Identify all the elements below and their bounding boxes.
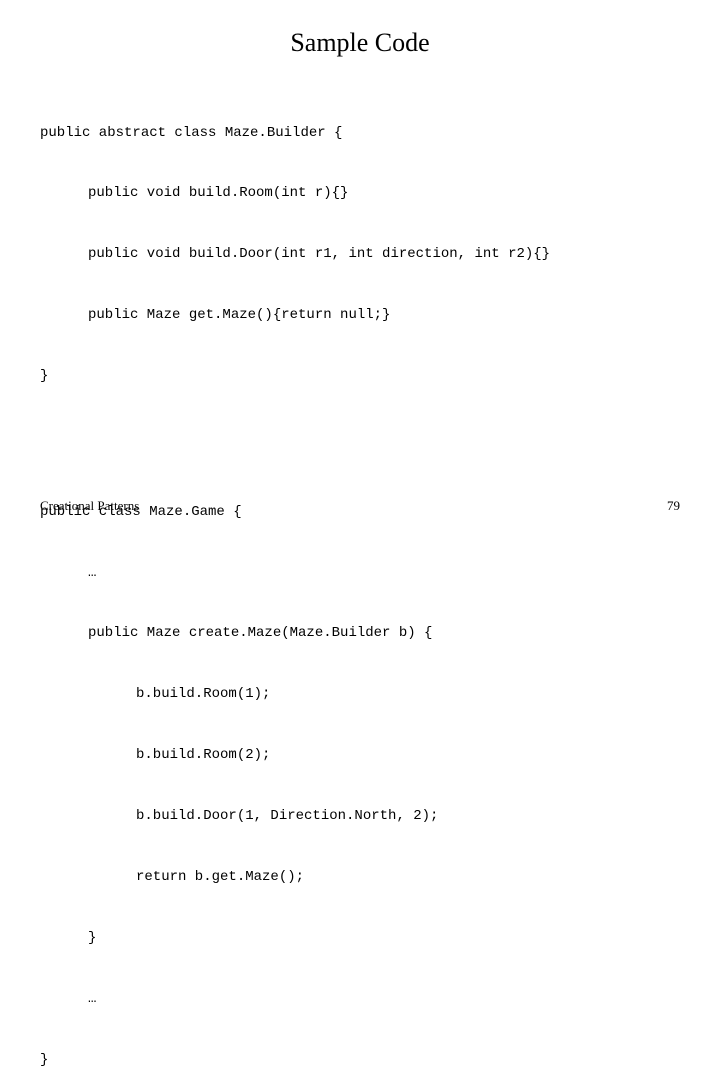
page-title: Sample Code <box>40 28 680 58</box>
code-line: } <box>40 928 680 948</box>
slide: Sample Code public abstract class Maze.B… <box>0 0 720 540</box>
code-line: … <box>40 563 680 583</box>
spacer <box>40 427 680 461</box>
code-line: b.build.Room(1); <box>40 684 680 704</box>
code-line: return b.get.Maze(); <box>40 867 680 887</box>
code-line: public void build.Room(int r){} <box>40 183 680 203</box>
code-line: } <box>40 1050 680 1070</box>
code-line: b.build.Door(1, Direction.North, 2); <box>40 806 680 826</box>
code-line: public Maze create.Maze(Maze.Builder b) … <box>40 623 680 643</box>
code-block-2: public class Maze.Game { … public Maze c… <box>40 461 680 1080</box>
code-line: } <box>40 366 680 386</box>
footer-left: Creational Patterns <box>40 498 139 514</box>
code-line: … <box>40 989 680 1009</box>
footer: Creational Patterns 79 <box>40 498 680 514</box>
code-line: public Maze get.Maze(){return null;} <box>40 305 680 325</box>
code-line: b.build.Room(2); <box>40 745 680 765</box>
code-line: public abstract class Maze.Builder { <box>40 123 680 143</box>
page-number: 79 <box>667 498 680 514</box>
code-line: public void build.Door(int r1, int direc… <box>40 244 680 264</box>
code-block-1: public abstract class Maze.Builder { pub… <box>40 82 680 427</box>
